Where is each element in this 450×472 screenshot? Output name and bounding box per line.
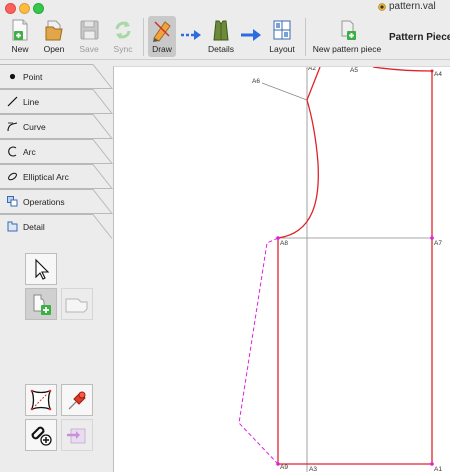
zoom-window-button[interactable] (33, 3, 44, 14)
sync-button[interactable]: Sync (107, 16, 139, 57)
point-label: A8 (280, 240, 288, 247)
armhole-curve[interactable] (277, 67, 321, 239)
tab-point-label: Point (23, 72, 43, 82)
details-mode-button[interactable]: Details (205, 16, 237, 57)
tab-elliptical-arc[interactable]: Elliptical Arc (0, 164, 113, 189)
drawing-canvas[interactable]: A6 A2 A5 A4 A8 A7 A9 A3 A1 (113, 66, 450, 472)
tab-point[interactable]: Point (0, 64, 113, 89)
point-icon (9, 73, 16, 80)
insert-node-tool[interactable] (25, 419, 57, 451)
draw-mode-label: Draw (152, 44, 172, 54)
detail-add-icon (33, 294, 51, 315)
pattern-outline[interactable] (277, 71, 433, 465)
tab-line[interactable]: Line (0, 89, 113, 114)
mode-flow-arrow-icon (241, 29, 261, 41)
minimize-window-button[interactable] (19, 3, 30, 14)
title-bar: pattern.val (0, 0, 450, 14)
save-button-label: Save (79, 44, 99, 54)
point-label: A7 (434, 240, 442, 247)
tab-detail-label: Detail (23, 222, 45, 232)
save-button[interactable]: Save (73, 16, 105, 57)
pointer-icon (35, 258, 50, 280)
tab-operations[interactable]: Operations (0, 189, 113, 214)
export-tool[interactable] (61, 419, 93, 451)
mode-flow-arrow-icon (181, 30, 201, 40)
pattern-drawing[interactable]: A6 A2 A5 A4 A8 A7 A9 A3 A1 (114, 67, 450, 472)
detail-icon (7, 221, 18, 232)
seam-allowance-line[interactable] (238, 237, 279, 465)
construction-line (261, 82, 308, 101)
toolbar-separator (305, 18, 306, 56)
open-file-icon (45, 20, 63, 41)
new-button-label: New (11, 44, 29, 54)
pin-icon (68, 391, 86, 410)
seam-allowance-tool[interactable] (25, 384, 57, 416)
open-button[interactable]: Open (38, 16, 70, 57)
pattern-pieces-label: Pattern Piece (389, 32, 450, 43)
new-file-icon (12, 19, 28, 41)
point-label: A4 (434, 71, 442, 78)
arc-icon (8, 146, 17, 157)
tab-detail[interactable]: Detail (0, 214, 113, 239)
shoulder-curve[interactable] (372, 67, 433, 72)
details-mode-label: Details (208, 44, 234, 54)
close-window-button[interactable] (5, 3, 16, 14)
union-tool[interactable] (61, 288, 93, 320)
pointer-tool[interactable] (25, 253, 57, 285)
point-label: A1 (434, 466, 442, 472)
new-detail-tool[interactable] (25, 288, 57, 320)
new-pattern-piece-icon (341, 20, 356, 40)
elliptical-arc-icon (8, 172, 17, 181)
new-button[interactable]: New (4, 16, 36, 57)
tab-line-label: Line (23, 97, 40, 107)
tab-curve[interactable]: Curve (0, 114, 113, 139)
operations-icon (7, 196, 18, 207)
new-pattern-piece-button[interactable]: New pattern piece (311, 16, 383, 57)
layout-icon (273, 20, 291, 40)
tab-elliptical-arc-label: Elliptical Arc (23, 172, 69, 182)
line-icon (7, 96, 18, 107)
pin-tool[interactable] (61, 384, 93, 416)
point-label: A3 (309, 466, 317, 472)
save-icon (80, 20, 99, 40)
tab-arc-label: Arc (23, 147, 36, 157)
details-garment-icon (213, 20, 229, 41)
tab-arc[interactable]: Arc (0, 139, 113, 164)
new-pattern-piece-label: New pattern piece (312, 44, 382, 54)
layout-mode-button[interactable]: Layout (265, 16, 299, 57)
open-button-label: Open (43, 44, 65, 54)
window-title: pattern.val (389, 1, 436, 12)
main-toolbar: New Open Save Sync Draw Details Layout N… (0, 14, 450, 60)
point-label: A2 (308, 67, 316, 72)
union-icon (65, 298, 88, 313)
sync-button-label: Sync (113, 44, 133, 54)
layout-mode-label: Layout (269, 44, 295, 54)
tab-curve-label: Curve (23, 122, 46, 132)
insert-node-icon (31, 426, 52, 446)
point-label: A9 (280, 464, 288, 471)
seam-allowance-icon (30, 389, 52, 411)
tab-operations-label: Operations (23, 197, 65, 207)
document-proxy-icon (378, 3, 386, 11)
toolbar-separator (143, 18, 144, 56)
point-label: A6 (252, 78, 260, 85)
draw-mode-button[interactable]: Draw (148, 16, 176, 57)
export-icon (67, 428, 86, 444)
curve-icon (7, 122, 18, 132)
tool-panel: Point Line Curve Arc Elliptical Arc Oper… (0, 60, 113, 471)
point-label: A5 (350, 67, 358, 74)
draw-pencil-icon (153, 21, 171, 42)
sync-icon (115, 21, 131, 39)
